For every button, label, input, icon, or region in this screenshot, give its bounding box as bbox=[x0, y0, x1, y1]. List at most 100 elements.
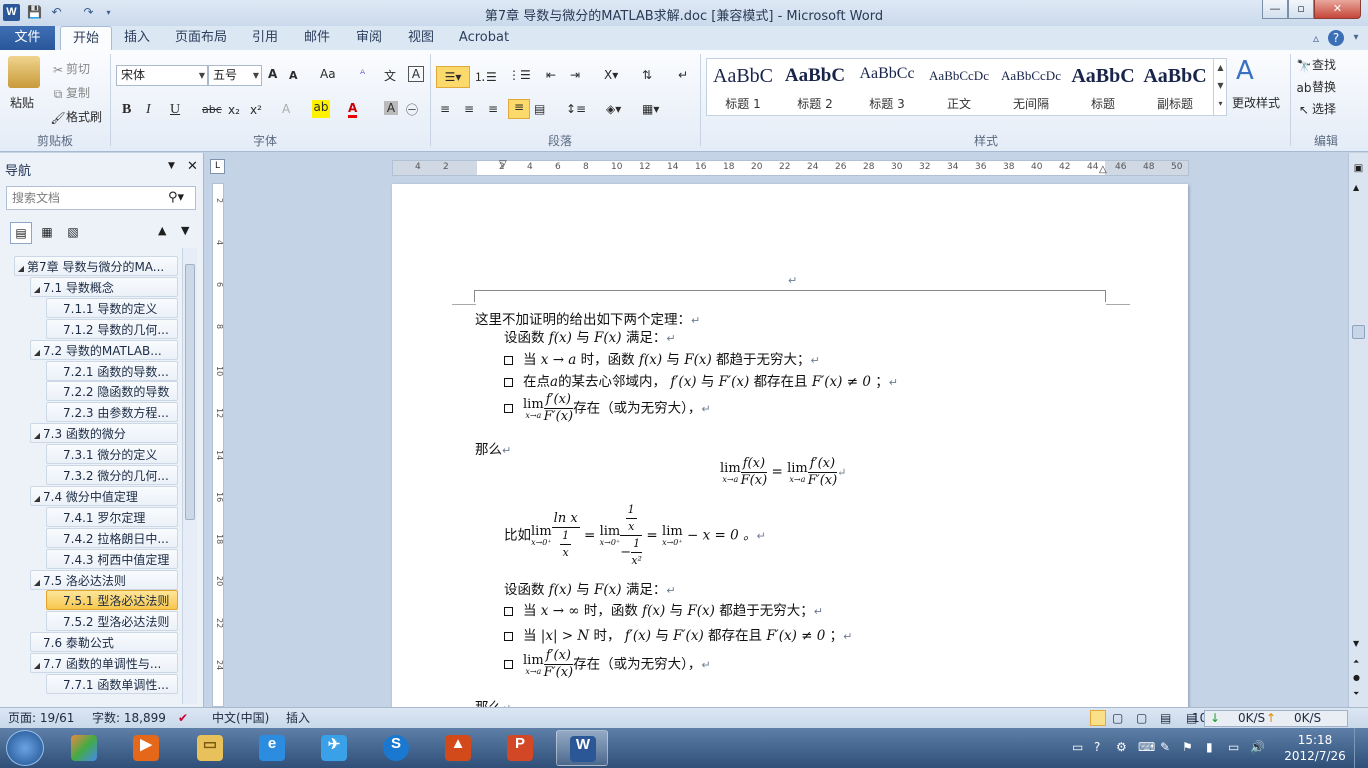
nav-item[interactable]: 7.7.1 函数单调性... bbox=[46, 674, 178, 694]
headings-view-icon[interactable]: ▤ bbox=[10, 222, 32, 244]
document-scrollbar[interactable]: ▣ ▲ ▼ ⏶ ● ⏷ bbox=[1348, 153, 1368, 707]
nav-item[interactable]: 7.2.2 隐函数的导数 bbox=[46, 381, 178, 402]
nav-item[interactable]: 7.4.1 罗尔定理 bbox=[46, 506, 178, 527]
nav-close-icon[interactable]: ✕ bbox=[187, 159, 198, 174]
nav-item[interactable]: 7.2.1 函数的导数... bbox=[46, 360, 178, 381]
clock[interactable]: 15:18 2012/7/26 bbox=[1282, 732, 1348, 764]
close-button[interactable]: ✕ bbox=[1314, 0, 1361, 19]
doc-bullet-3[interactable]: lim x→a f′(x) F′(x) 存在（或为无穷大），↵ bbox=[504, 392, 711, 425]
right-indent-marker-icon[interactable]: △ bbox=[1099, 164, 1107, 175]
nav-item[interactable]: 7.5.2 型洛必达法则 bbox=[46, 611, 178, 632]
maximize-button[interactable]: ▫ bbox=[1288, 0, 1314, 19]
style-subtitle[interactable]: AaBbC 副标题 bbox=[1139, 59, 1211, 115]
nav-item[interactable]: ◢ 7.2 导数的MATLAB... bbox=[30, 339, 178, 360]
styles-gallery[interactable]: AaBbC 标题 1 AaBbC 标题 2 AaBbCc 标题 3 AaBbCcDc 正… bbox=[706, 58, 1227, 116]
nav-item[interactable]: 7.3.2 微分的几何... bbox=[46, 465, 178, 485]
nav-item[interactable]: ◢ 7.1 导数概念 bbox=[30, 276, 178, 297]
tab-references[interactable]: 引用 bbox=[244, 26, 286, 50]
expand-triangle-icon[interactable]: ◢ bbox=[31, 426, 43, 442]
chinese-layout-icon[interactable]: X▾ bbox=[604, 68, 618, 82]
next-heading-icon[interactable]: ▼ bbox=[181, 224, 189, 237]
superscript-button[interactable]: x² bbox=[250, 103, 262, 117]
increase-indent-icon[interactable]: ⇥ bbox=[570, 68, 580, 82]
show-desktop-button[interactable] bbox=[1354, 728, 1368, 768]
text-effects-icon[interactable]: A bbox=[282, 102, 290, 116]
subscript-button[interactable]: x₂ bbox=[228, 103, 240, 117]
taskbar-explorer[interactable]: ▭ bbox=[184, 730, 236, 766]
cut-button[interactable]: ✂ 剪切 bbox=[50, 60, 90, 78]
font-size-combo[interactable]: 五号 ▼ bbox=[208, 65, 262, 86]
word-count[interactable]: 字数: 18,899 bbox=[92, 710, 166, 727]
line-spacing-icon[interactable]: ↕≡ bbox=[566, 102, 586, 116]
indent-marker-icon[interactable]: ▽ bbox=[499, 159, 507, 170]
style-title[interactable]: AaBbC 标题 bbox=[1067, 59, 1139, 115]
style-heading-3[interactable]: AaBbCc 标题 3 bbox=[851, 59, 923, 115]
tray-pen-icon[interactable]: ✎ bbox=[1160, 740, 1170, 754]
taskbar-app-launcher[interactable] bbox=[58, 730, 110, 766]
pages-view-icon[interactable]: ▦ bbox=[36, 222, 58, 244]
replace-button[interactable]: ab替换 bbox=[1296, 78, 1337, 96]
taskbar-feiq[interactable]: ✈ bbox=[308, 730, 360, 766]
format-painter-button[interactable]: 🖌格式刷 bbox=[50, 108, 102, 126]
doc-bullet-6[interactable]: lim x→a f′(x) F′(x) 存在（或为无穷大），↵ bbox=[504, 648, 711, 681]
style-heading-1[interactable]: AaBbC 标题 1 bbox=[707, 59, 779, 115]
scroll-down-icon[interactable]: ▼ bbox=[1353, 639, 1359, 648]
distributed-icon[interactable]: ▤ bbox=[534, 102, 545, 116]
nav-item[interactable]: 7.1.1 导数的定义 bbox=[46, 297, 178, 318]
ruler-toggle-icon[interactable]: ▣ bbox=[1352, 163, 1365, 176]
paste-icon[interactable] bbox=[8, 56, 40, 88]
nav-item[interactable]: ◢ 第7章 导数与微分的MA... bbox=[14, 256, 178, 276]
doc-bullet-4[interactable]: 当 x → ∞ 时，函数 f(x) 与 F(x) 都趋于无穷大；↵ bbox=[504, 599, 823, 619]
page-counter[interactable]: 页面: 19/61 bbox=[8, 710, 74, 727]
char-shading-icon[interactable]: A bbox=[384, 101, 398, 115]
nav-item[interactable]: ◢ 7.5 洛必达法则 bbox=[30, 569, 178, 590]
expand-triangle-icon[interactable]: ◢ bbox=[15, 259, 27, 275]
tab-home[interactable]: 开始 bbox=[60, 26, 112, 51]
tray-flag-icon[interactable]: ⚑ bbox=[1182, 740, 1193, 754]
previous-heading-icon[interactable]: ▲ bbox=[158, 224, 166, 237]
taskbar-matlab[interactable]: ▲ bbox=[432, 730, 484, 766]
minimize-ribbon-icon[interactable]: ▵ bbox=[1308, 30, 1324, 46]
taskbar-ie[interactable]: e bbox=[246, 730, 298, 766]
nav-scroll-thumb[interactable] bbox=[185, 264, 195, 520]
nav-item[interactable]: 7.1.2 导数的几何... bbox=[46, 318, 178, 339]
minimize-button[interactable]: — bbox=[1262, 0, 1288, 19]
taskbar-sogou[interactable]: S bbox=[370, 730, 422, 766]
copy-button[interactable]: ⧉ 复制 bbox=[50, 84, 90, 102]
search-icon[interactable]: ⚲▾ bbox=[168, 190, 184, 205]
nav-item[interactable]: ◢ 7.7 函数的单调性与... bbox=[30, 653, 178, 674]
italic-button[interactable]: I bbox=[146, 102, 151, 118]
doc-then[interactable]: 那么↵ bbox=[475, 438, 511, 458]
scroll-thumb[interactable] bbox=[1352, 325, 1365, 339]
borders-icon[interactable]: ▦▾ bbox=[642, 102, 659, 116]
nav-scrollbar[interactable] bbox=[182, 248, 197, 704]
outline-icon[interactable]: ▤ bbox=[1160, 710, 1171, 727]
doc-lhopital-formula[interactable]: lim x→a f(x) F(x) = lim x→a f′(x) F′(x) ↵ bbox=[720, 456, 846, 489]
next-page-icon[interactable]: ⏷ bbox=[1353, 689, 1359, 699]
nav-item[interactable]: 7.6 泰勒公式 bbox=[30, 632, 178, 653]
nav-menu-icon[interactable]: ▼ bbox=[168, 161, 175, 171]
change-styles-icon[interactable]: A bbox=[1236, 56, 1254, 86]
find-button[interactable]: 🔭查找 bbox=[1296, 56, 1337, 74]
enclose-char-icon[interactable]: ㊀ bbox=[406, 101, 418, 118]
doc-condition-1[interactable]: 设函数 f(x) 与 F(x) 满足：↵ bbox=[504, 326, 676, 346]
tray-volume-icon[interactable]: 🔊 bbox=[1250, 740, 1265, 754]
doc-then-2[interactable]: 那么↵ bbox=[475, 696, 511, 707]
taskbar-media-player[interactable]: ▶ bbox=[120, 730, 172, 766]
select-button[interactable]: ↖ 选择 bbox=[1296, 100, 1336, 118]
change-styles-button[interactable]: 更改样式 bbox=[1232, 94, 1280, 111]
doc-intro[interactable]: 这里不加证明的给出如下两个定理：↵ bbox=[475, 308, 700, 328]
full-screen-icon[interactable]: ▢ bbox=[1112, 710, 1123, 727]
tab-page-layout[interactable]: 页面布局 bbox=[170, 26, 232, 50]
nav-item[interactable]: 7.5.1 型洛必达法则 bbox=[46, 590, 178, 611]
phonetic-guide-icon[interactable]: 文 bbox=[384, 67, 396, 84]
style-no-spacing[interactable]: AaBbCcDc 无间隔 bbox=[995, 59, 1067, 115]
browse-object-icon[interactable]: ● bbox=[1353, 673, 1360, 682]
expand-triangle-icon[interactable]: ◢ bbox=[31, 343, 43, 359]
decrease-indent-icon[interactable]: ⇤ bbox=[546, 68, 556, 82]
expand-ribbon-icon[interactable]: ▾ bbox=[1348, 30, 1364, 46]
show-marks-icon[interactable]: ↵ bbox=[678, 68, 688, 82]
style-heading-2[interactable]: AaBbC 标题 2 bbox=[779, 59, 851, 115]
doc-bullet-1[interactable]: 当 x → a 时，函数 f(x) 与 F(x) 都趋于无穷大；↵ bbox=[504, 348, 820, 368]
strikethrough-button[interactable]: abc bbox=[202, 103, 222, 116]
